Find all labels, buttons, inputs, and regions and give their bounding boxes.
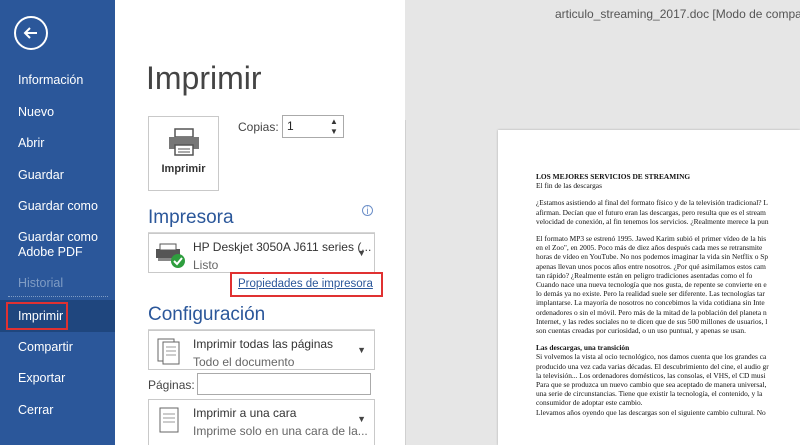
preview-line: apenas llevan unos pocos años entre noso…: [536, 261, 766, 271]
printer-properties-link[interactable]: Propiedades de impresora: [230, 272, 383, 297]
sides-title: Imprimir a una cara: [193, 406, 297, 420]
preview-line: Para que se produzca un nuevo cambio que…: [536, 380, 767, 390]
menu-compartir[interactable]: Compartir: [0, 340, 115, 355]
config-section-title: Configuración: [148, 304, 266, 325]
preview-line: ordenadores o sin el móvil. Pero más de …: [536, 307, 767, 317]
menu-guardar[interactable]: Guardar: [0, 168, 115, 183]
preview-line: una serie de circunstancias. Tiene que e…: [536, 389, 763, 399]
preview-subheading: El fin de las descargas: [536, 181, 602, 191]
chevron-down-icon: ▼: [357, 414, 366, 424]
preview-line: velocidad de conexión, al fin tenemos lo…: [536, 216, 769, 226]
print-range-sub: Todo el documento: [193, 355, 295, 369]
preview-line: Si volvemos la vista al ocio tecnológico…: [536, 352, 767, 362]
preview-line: tan rápido? ¿Realmente están en peligro …: [536, 270, 753, 280]
preview-paragraph-1: ¿Estamos asistiendo al final del formato…: [536, 198, 800, 226]
copies-spinner[interactable]: ▲ ▼: [330, 118, 338, 136]
sides-dropdown[interactable]: Imprimir a una cara Imprime solo en una …: [148, 399, 375, 445]
print-range-dropdown[interactable]: Imprimir todas las páginas Todo el docum…: [148, 330, 375, 370]
chevron-down-icon: ▼: [357, 345, 366, 355]
preview-heading: LOS MEJORES SERVICIOS DE STREAMING: [536, 172, 691, 181]
one-sided-icon: [159, 407, 179, 433]
print-button-label: Imprimir: [161, 163, 206, 175]
pages-label: Páginas:: [148, 378, 195, 392]
page-title: Imprimir: [146, 60, 262, 96]
printer-ready-icon: [156, 243, 185, 268]
menu-nuevo[interactable]: Nuevo: [0, 105, 115, 120]
preview-section-heading: Las descargas, una transición: [536, 343, 630, 353]
printer-icon: [168, 128, 199, 156]
spin-down-icon[interactable]: ▼: [330, 128, 338, 136]
highlight-box: [6, 302, 68, 330]
menu-cerrar[interactable]: Cerrar: [0, 403, 115, 418]
pane-divider: [405, 120, 406, 445]
preview-line: afirman. Decían que el futuro eran las d…: [536, 207, 766, 217]
printer-status: Listo: [193, 258, 219, 272]
menu-abrir[interactable]: Abrir: [0, 136, 115, 151]
preview-line: lo demás ya no existe. Pero la realidad …: [536, 289, 765, 299]
preview-line: la televisión... Los ordenadores domésti…: [536, 370, 766, 380]
preview-paragraph-2: El formato MP3 se estrenó 1995. Jawed Ka…: [536, 234, 800, 335]
chevron-down-icon: ▼: [357, 248, 366, 258]
preview-page[interactable]: LOS MEJORES SERVICIOS DE STREAMING El fi…: [498, 130, 800, 445]
pages-icon: [157, 338, 180, 365]
printer-section-title: Impresora: [148, 207, 234, 228]
preview-line: ¿Estamos asistiendo al final del formato…: [536, 198, 768, 208]
preview-line: implantarse. La mayoría de nosotros no c…: [536, 298, 765, 308]
document-title: articulo_streaming_2017.doc [Modo de com…: [555, 7, 800, 21]
print-button[interactable]: Imprimir: [148, 116, 219, 191]
backstage-sidebar: Información Nuevo Abrir Guardar Guardar …: [0, 0, 115, 445]
menu-historial: Historial: [18, 276, 64, 290]
preview-line: Cuando nace una nueva tecnología que nos…: [536, 280, 767, 290]
menu-separator: [8, 296, 108, 297]
spin-up-icon[interactable]: ▲: [330, 118, 338, 126]
preview-line: horas de vídeo en YouTube. No nos podemo…: [536, 252, 769, 262]
pages-input[interactable]: [197, 373, 371, 395]
preview-line: El formato MP3 se estrenó 1995. Jawed Ka…: [536, 234, 767, 244]
menu-guardar-como-pdf[interactable]: Guardar como Adobe PDF: [0, 230, 105, 260]
preview-line: Internet, y las redes sociales no te dic…: [536, 316, 768, 326]
menu-informacion[interactable]: Información: [0, 73, 115, 88]
print-range-title: Imprimir todas las páginas: [193, 337, 334, 351]
menu-guardar-como[interactable]: Guardar como: [0, 199, 115, 214]
preview-line: son cuentas creadas por curiosidad, o un…: [536, 326, 746, 336]
preview-line: producido una vez cada varias décadas. E…: [536, 361, 769, 371]
printer-name: HP Deskjet 3050A J611 series (...: [193, 240, 372, 254]
sides-sub: Imprime solo en una cara de la...: [193, 424, 368, 438]
printer-dropdown[interactable]: HP Deskjet 3050A J611 series (... Listo …: [148, 233, 375, 273]
preview-paragraph-3: Si volvemos la vista al ocio tecnológico…: [536, 352, 800, 416]
back-button[interactable]: [14, 16, 48, 50]
preview-line: en el Zoo", en 2005. Poco más de diez añ…: [536, 243, 763, 253]
menu-exportar[interactable]: Exportar: [0, 371, 115, 386]
arrow-left-icon: [23, 27, 37, 39]
preview-text: LOS MEJORES SERVICIOS DE STREAMING El fi…: [536, 172, 800, 425]
copies-label: Copias:: [238, 120, 279, 134]
info-icon[interactable]: i: [362, 205, 373, 217]
preview-line: Llevamos años oyendo que las descargas s…: [536, 407, 766, 417]
preview-line: consumidor de adoptar este cambio.: [536, 398, 643, 408]
